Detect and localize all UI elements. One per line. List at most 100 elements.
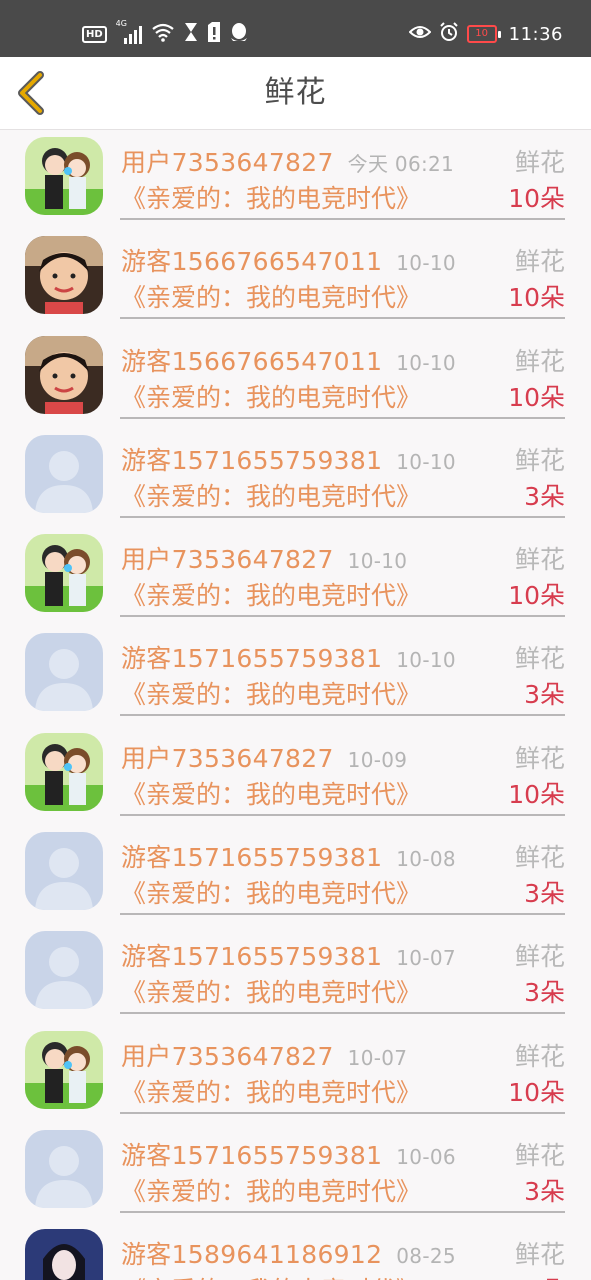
user-name: 游客1571655759381 10-06 xyxy=(121,1136,456,1172)
list-item[interactable]: 游客1571655759381 10-08 鲜花 《亲爱的：我的电竞时代》 3朵 xyxy=(0,824,591,923)
gift-count: 10朵 xyxy=(508,382,565,412)
battery-level: 10 xyxy=(466,25,497,43)
gift-count: 10朵 xyxy=(508,184,565,213)
gift-count: 3朵 xyxy=(524,680,565,710)
user-id: 用户7353647827 xyxy=(121,1041,334,1071)
row-divider xyxy=(120,813,565,816)
book-title: 《亲爱的：我的电竞时代》 xyxy=(121,1077,422,1107)
user-name: 游客1571655759381 10-08 xyxy=(121,838,456,874)
book-title: 《亲爱的：我的电竞时代》 xyxy=(121,184,422,213)
gift-count: 10朵 xyxy=(508,581,565,611)
gift-date: 10-10 xyxy=(396,648,456,673)
status-icons-right: 10 11:36 xyxy=(408,20,563,48)
user-name: 游客1571655759381 10-10 xyxy=(121,639,456,675)
gift-date: 10-10 xyxy=(396,449,456,474)
list-item[interactable]: 游客1589641186912 08-25 鲜花 《亲爱的：我的电竞时代》 10朵 xyxy=(0,1221,591,1280)
user-name: 游客1566766547011 10-10 xyxy=(121,342,456,378)
battery-icon: 10 xyxy=(466,25,501,43)
user-id: 游客1589641186912 xyxy=(121,1240,383,1270)
girl-photo-avatar xyxy=(25,236,103,315)
row-divider xyxy=(120,615,565,618)
penguin-icon xyxy=(230,22,248,46)
gift-count: 3朵 xyxy=(524,1176,565,1206)
book-title: 《亲爱的：我的电竞时代》 xyxy=(121,879,422,909)
couple-avatar xyxy=(25,732,103,811)
row-divider xyxy=(120,317,565,320)
list-item[interactable]: 游客1571655759381 10-07 鲜花 《亲爱的：我的电竞时代》 3朵 xyxy=(0,923,591,1022)
list-item[interactable]: 游客1571655759381 10-10 鲜花 《亲爱的：我的电竞时代》 3朵 xyxy=(0,625,591,724)
status-bar: HD 4G 10 11:36 xyxy=(0,0,591,57)
user-id: 游客1571655759381 xyxy=(121,1140,383,1170)
list-item[interactable]: 游客1571655759381 10-06 鲜花 《亲爱的：我的电竞时代》 3朵 xyxy=(0,1122,591,1221)
default-avatar xyxy=(25,931,103,1010)
gift-date: 10-10 xyxy=(396,350,456,375)
default-avatar xyxy=(25,1129,103,1208)
gift-date: 10-09 xyxy=(347,747,408,772)
gift-type: 鲜花 xyxy=(514,743,565,773)
gift-count: 10朵 xyxy=(508,1077,565,1107)
gift-date: 今天 06:21 xyxy=(347,152,455,176)
page-title: 鲜花 xyxy=(264,75,327,110)
gift-type: 鲜花 xyxy=(514,1041,565,1071)
list-item[interactable]: 游客1571655759381 10-10 鲜花 《亲爱的：我的电竞时代》 3朵 xyxy=(0,427,591,526)
hd-badge: HD xyxy=(82,25,107,43)
gift-type: 鲜花 xyxy=(514,445,565,475)
gift-count: 3朵 xyxy=(524,879,565,909)
gift-count: 10朵 xyxy=(508,1271,565,1280)
eye-icon xyxy=(408,24,432,44)
user-id: 游客1571655759381 xyxy=(121,644,383,674)
user-id: 游客1566766547011 xyxy=(121,346,383,376)
gift-type: 鲜花 xyxy=(514,1240,565,1270)
hourglass-icon xyxy=(184,22,198,46)
user-id: 用户7353647827 xyxy=(121,545,334,575)
list-item[interactable]: 用户7353647827 10-07 鲜花 《亲爱的：我的电竞时代》 10朵 xyxy=(0,1023,591,1122)
list-item[interactable]: 用户7353647827 10-09 鲜花 《亲爱的：我的电竞时代》 10朵 xyxy=(0,725,591,824)
default-avatar xyxy=(25,832,103,911)
couple-avatar xyxy=(25,534,103,613)
gift-type: 鲜花 xyxy=(514,843,565,873)
user-id: 游客1571655759381 xyxy=(121,843,383,873)
list-item[interactable]: 用户7353647827 今天 06:21 鲜花 《亲爱的：我的电竞时代》 10朵 xyxy=(0,129,591,228)
list-item[interactable]: 用户7353647827 10-10 鲜花 《亲爱的：我的电竞时代》 10朵 xyxy=(0,526,591,625)
row-divider xyxy=(120,1210,565,1213)
book-title: 《亲爱的：我的电竞时代》 xyxy=(121,283,422,313)
gift-date: 10-10 xyxy=(396,251,456,276)
gift-count: 3朵 xyxy=(524,481,565,511)
row-divider xyxy=(120,913,565,916)
status-icons-left: HD 4G xyxy=(82,19,248,48)
row-divider xyxy=(120,218,565,220)
gift-date: 10-08 xyxy=(396,847,456,872)
gift-date: 10-07 xyxy=(396,946,456,971)
girl-photo-avatar xyxy=(25,335,103,414)
default-avatar xyxy=(25,434,103,513)
gift-date: 10-07 xyxy=(347,1045,408,1070)
gift-type: 鲜花 xyxy=(514,942,565,972)
alarm-icon xyxy=(439,22,459,46)
user-name: 用户7353647827 10-07 xyxy=(121,1037,407,1073)
sim-alert-icon xyxy=(207,22,221,46)
row-divider xyxy=(120,714,565,717)
nav-bar: 鲜花 xyxy=(0,57,591,130)
couple-avatar xyxy=(25,137,103,215)
user-name: 游客1566766547011 10-10 xyxy=(121,242,456,278)
gift-count: 10朵 xyxy=(508,283,565,313)
signal-icon: 4G xyxy=(116,19,142,45)
user-name: 用户7353647827 今天 06:21 xyxy=(121,143,454,179)
gift-date: 08-25 xyxy=(396,1244,456,1269)
gift-type: 鲜花 xyxy=(514,1140,565,1170)
clock-time: 11:36 xyxy=(508,23,563,45)
gift-record-list[interactable]: 用户7353647827 今天 06:21 鲜花 《亲爱的：我的电竞时代》 10朵… xyxy=(0,129,591,1280)
book-title: 《亲爱的：我的电竞时代》 xyxy=(121,1176,422,1206)
gift-count: 10朵 xyxy=(508,779,565,809)
book-title: 《亲爱的：我的电竞时代》 xyxy=(121,680,422,710)
list-item[interactable]: 游客1566766547011 10-10 鲜花 《亲爱的：我的电竞时代》 10朵 xyxy=(0,228,591,327)
default-avatar xyxy=(25,633,103,712)
gift-type: 鲜花 xyxy=(514,148,565,177)
book-title: 《亲爱的：我的电竞时代》 xyxy=(121,481,422,511)
user-id: 用户7353647827 xyxy=(121,148,334,177)
gift-date: 10-06 xyxy=(396,1144,456,1169)
couple-avatar xyxy=(25,1030,103,1109)
list-item[interactable]: 游客1566766547011 10-10 鲜花 《亲爱的：我的电竞时代》 10朵 xyxy=(0,328,591,427)
book-title: 《亲爱的：我的电竞时代》 xyxy=(121,382,422,412)
gift-type: 鲜花 xyxy=(514,545,565,575)
